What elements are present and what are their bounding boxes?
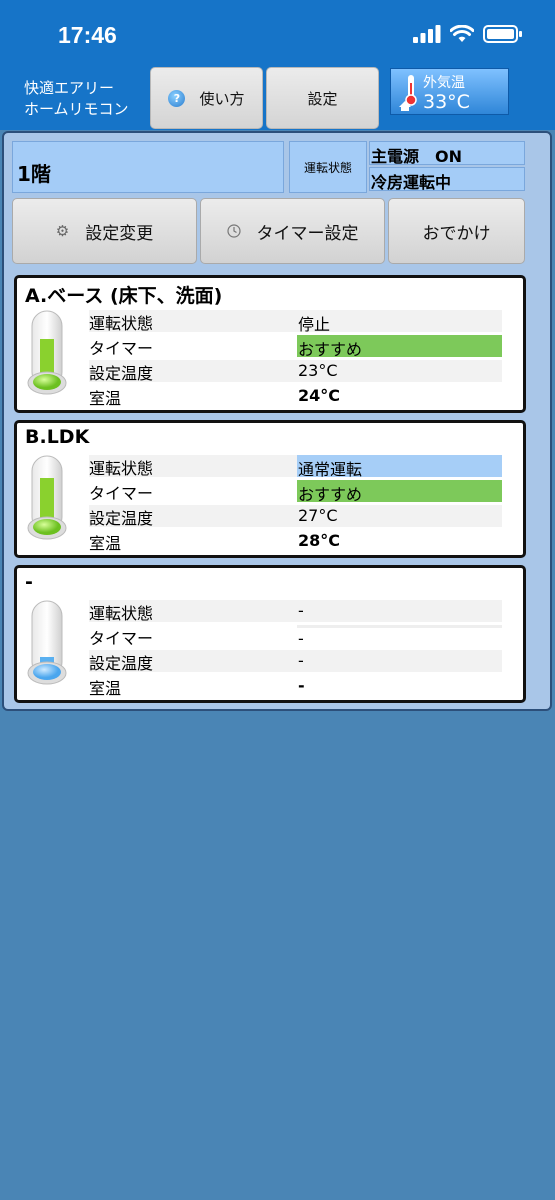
outing-label: おでかけ (422, 223, 491, 244)
room-temp-label: 室温 (89, 534, 122, 553)
outdoor-label: 外気温 (423, 75, 465, 91)
settings-change-button[interactable]: ⚙ 設定変更 (12, 198, 197, 264)
floor-name: 1階 (12, 141, 284, 193)
settings-change-label: 設定変更 (85, 223, 154, 244)
timer-label: タイマー (89, 339, 154, 358)
run-state-label: 運転状態 (89, 459, 154, 478)
room-temp-value: - (298, 676, 305, 695)
operation-mode: 冷房運転中 (369, 167, 525, 192)
set-temp-label: 設定温度 (89, 509, 154, 528)
run-state-label: 運転状態 (89, 604, 154, 623)
zone-card[interactable]: - 運転状態 - タイマー - 設定温度 - 室温 - (14, 565, 526, 703)
gear-icon: ⚙ (55, 222, 70, 240)
room-temp-value: 28°C (298, 531, 341, 550)
status-time: 17:46 (58, 22, 117, 48)
signal-icon (413, 25, 441, 43)
settings-button-label: 設定 (307, 89, 338, 108)
timer-settings-label: タイマー設定 (256, 223, 359, 244)
status-icons (413, 25, 523, 43)
floor-panel: 1階 運転状態 主電源 ON 冷房運転中 ⚙ 設定変更 タイマー設定 おでかけ … (2, 131, 552, 711)
timer-label: タイマー (89, 484, 154, 503)
help-icon: ? (168, 89, 186, 107)
help-button-label: 使い方 (199, 89, 245, 108)
set-temp-value: 27°C (297, 505, 502, 527)
app-title-line2: ホームリモコン (24, 100, 129, 118)
run-state-value: 通常運転 (297, 455, 502, 479)
help-button[interactable]: ? 使い方 (150, 67, 263, 129)
set-temp-label: 設定温度 (89, 364, 154, 383)
zone-name: - (25, 571, 33, 593)
run-state-value: 停止 (297, 310, 502, 334)
app-header: 快適エアリー ホームリモコン ? 使い方 設定 外気温 33°C (0, 62, 555, 130)
outing-button[interactable]: おでかけ (388, 198, 525, 264)
set-temp-value: 23°C (297, 360, 502, 382)
room-temp-value: 24°C (298, 386, 341, 405)
timer-value: おすすめ (297, 335, 502, 359)
status-bar: 17:46 (0, 0, 555, 62)
set-temp-label: 設定温度 (89, 654, 154, 673)
clock-icon (226, 224, 241, 238)
run-state-label: 運転状態 (89, 314, 154, 333)
thermometer-icon (27, 455, 67, 540)
thermometer-icon (27, 310, 67, 395)
room-temp-label: 室温 (89, 679, 122, 698)
battery-icon (483, 25, 522, 43)
timer-value: おすすめ (297, 480, 502, 504)
timer-settings-button[interactable]: タイマー設定 (200, 198, 385, 264)
app-title: 快適エアリー ホームリモコン (24, 78, 129, 120)
zone-card[interactable]: B.LDK 運転状態 通常運転 タイマー おすすめ 設定温度 27°C 室温 2… (14, 420, 526, 558)
run-state-label: 運転状態 (289, 141, 367, 193)
house-thermometer-icon (399, 75, 417, 111)
settings-button[interactable]: 設定 (266, 67, 379, 129)
main-power-status: 主電源 ON (369, 141, 525, 166)
zone-card[interactable]: A.ベース (床下、洗面) 運転状態 停止 タイマー おすすめ 設定温度 23°… (14, 275, 526, 413)
wifi-icon (450, 25, 474, 42)
set-temp-value: - (297, 650, 502, 672)
run-state-value: - (297, 600, 502, 622)
zone-name: B.LDK (25, 426, 90, 448)
outdoor-temp-value: 33°C (423, 91, 470, 113)
zone-name: A.ベース (床下、洗面) (25, 285, 223, 307)
timer-label: タイマー (89, 629, 154, 648)
timer-value: - (297, 625, 502, 648)
outdoor-temperature: 外気温 33°C (390, 68, 509, 115)
room-temp-label: 室温 (89, 389, 122, 408)
app-title-line1: 快適エアリー (24, 79, 115, 97)
thermometer-icon (27, 600, 67, 685)
